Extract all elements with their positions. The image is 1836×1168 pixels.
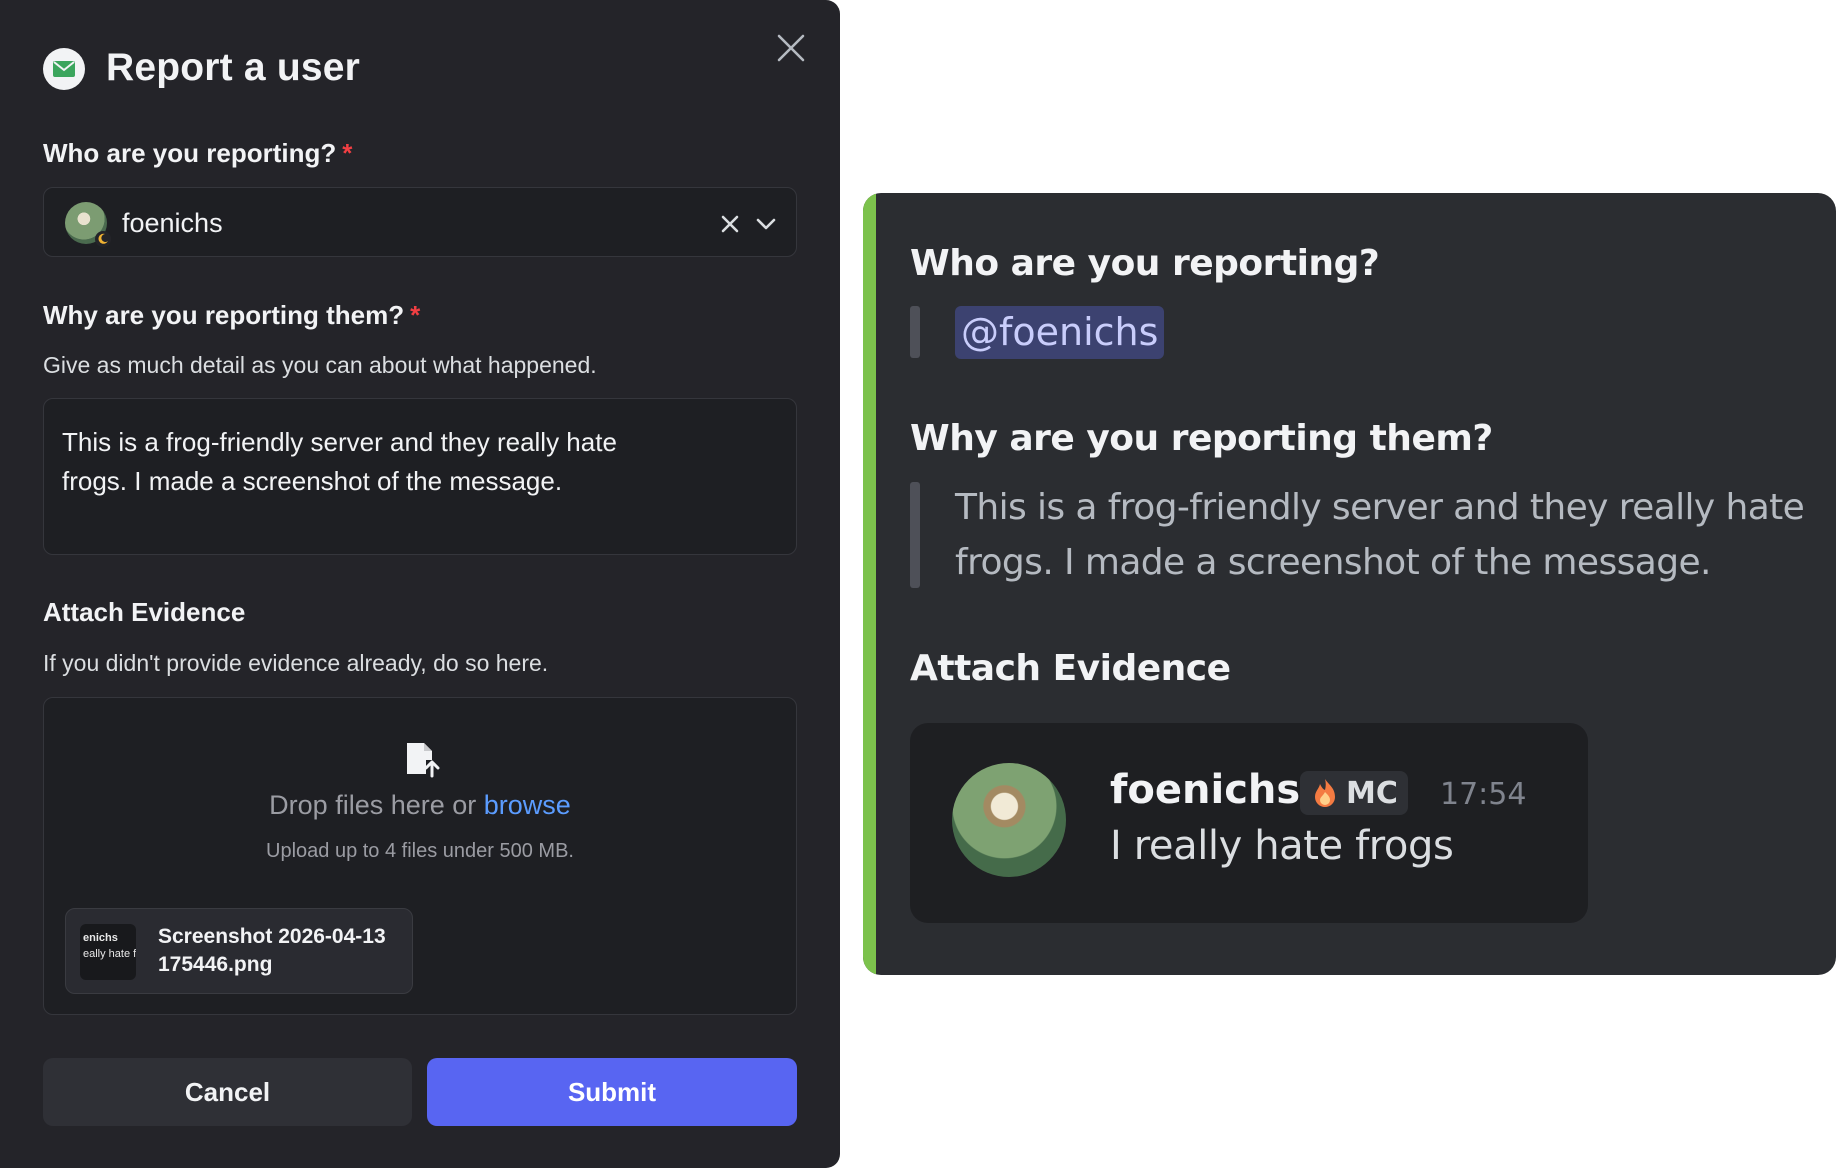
upload-limit: Upload up to 4 files under 500 MB. [266, 840, 574, 862]
why-hint: Give as much detail as you can about wha… [43, 352, 597, 378]
mail-icon [43, 48, 85, 90]
moon-icon [95, 231, 111, 247]
user-select[interactable]: foenichs [43, 187, 797, 257]
evidence-label: Attach Evidence [43, 597, 246, 627]
who-label-text: Who are you reporting? [43, 138, 337, 168]
quote-bar [910, 482, 920, 588]
chevron-down-icon [756, 218, 776, 230]
required-mark: * [410, 300, 421, 330]
embed-accent-bar [863, 193, 876, 975]
file-thumbnail: enichs eally hate f [80, 924, 136, 980]
evidence-message-card: foenichs MC 17:54 I really hate frogs [910, 723, 1588, 923]
modal-title: Report a user [106, 46, 361, 89]
message-time: 17:54 [1440, 777, 1527, 812]
embed-why-heading: Why are you reporting them? [910, 418, 1493, 459]
close-icon [777, 34, 805, 62]
required-mark: * [342, 138, 353, 168]
thumb-line-1: enichs [83, 932, 118, 944]
message-author: foenichs [1110, 767, 1301, 813]
embed-who-heading: Who are you reporting? [910, 243, 1380, 284]
reason-text: This is a frog-friendly server and they … [62, 427, 617, 496]
role-tag-label: MC [1346, 775, 1398, 811]
message-text: I really hate frogs [1110, 823, 1454, 869]
report-user-modal: Report a user Who are you reporting? * fo… [0, 0, 840, 1168]
report-embed: Who are you reporting? @foenichs Why are… [863, 193, 1836, 975]
attached-file[interactable]: enichs eally hate f Screenshot 2026-04-1… [65, 908, 413, 994]
role-tag: MC [1300, 771, 1408, 815]
embed-evidence-heading: Attach Evidence [910, 648, 1231, 689]
file-dropzone[interactable]: Drop files here or browse Upload up to 4… [43, 697, 797, 1015]
close-button[interactable] [773, 30, 809, 66]
drop-label: Drop files here or [269, 790, 477, 820]
who-label: Who are you reporting? * [43, 138, 352, 169]
avatar [65, 202, 111, 247]
submit-button[interactable]: Submit [427, 1058, 797, 1126]
clear-icon [721, 215, 739, 233]
selected-user: foenichs [122, 208, 223, 238]
why-label: Why are you reporting them? * [43, 300, 420, 331]
flame-icon [1315, 779, 1335, 807]
why-label-text: Why are you reporting them? [43, 300, 405, 330]
reason-textarea[interactable]: This is a frog-friendly server and they … [43, 398, 797, 555]
evidence-hint: If you didn't provide evidence already, … [43, 650, 549, 676]
drop-text: Drop files here or browse [44, 790, 796, 821]
dropdown-toggle[interactable] [752, 210, 780, 238]
file-name: Screenshot 2026-04-13 175446.png [158, 925, 386, 976]
quote-bar [910, 306, 920, 358]
thumb-line-2: eally hate f [83, 948, 136, 960]
avatar [952, 763, 1066, 877]
user-mention[interactable]: @foenichs [955, 306, 1165, 359]
file-upload-icon [404, 740, 440, 778]
cancel-button[interactable]: Cancel [43, 1058, 412, 1126]
browse-link[interactable]: browse [484, 790, 571, 820]
embed-why-text: This is a frog-friendly server and they … [955, 487, 1805, 583]
clear-selection-button[interactable] [716, 210, 744, 238]
